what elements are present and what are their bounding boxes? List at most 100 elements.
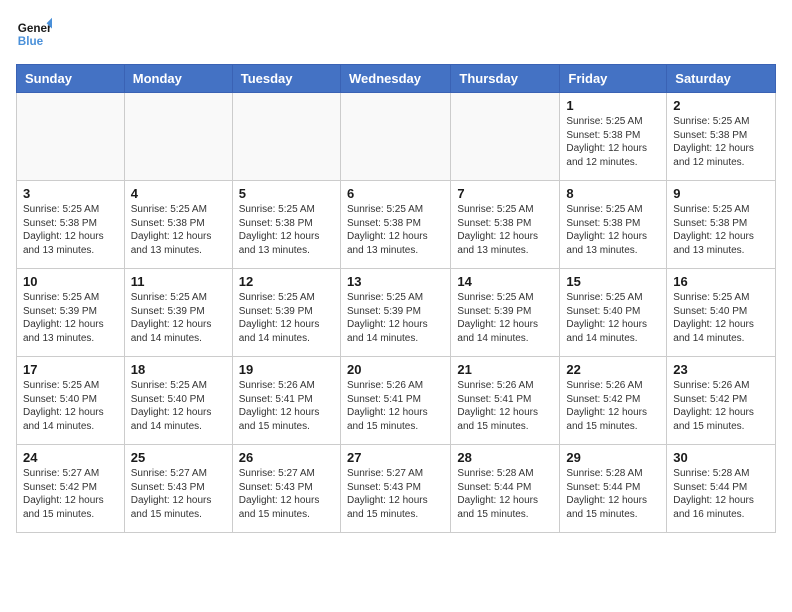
day-cell (124, 93, 232, 181)
day-cell: 24 Sunrise: 5:27 AM Sunset: 5:42 PM Dayli… (17, 445, 125, 533)
day-info: Sunrise: 5:25 AM Sunset: 5:38 PM Dayligh… (566, 115, 660, 169)
day-cell (17, 93, 125, 181)
day-info: Sunrise: 5:27 AM Sunset: 5:43 PM Dayligh… (239, 467, 334, 521)
day-cell (340, 93, 450, 181)
day-cell (232, 93, 340, 181)
weekday-header-monday: Monday (124, 65, 232, 93)
calendar-table: SundayMondayTuesdayWednesdayThursdayFrid… (16, 64, 776, 533)
weekday-header-row: SundayMondayTuesdayWednesdayThursdayFrid… (17, 65, 776, 93)
day-cell: 13Sunrise: 5:25 AM Sunset: 5:39 PM Dayli… (340, 269, 450, 357)
day-number: 14 (457, 274, 553, 289)
day-number: 16 (673, 274, 769, 289)
day-cell: 6 Sunrise: 5:25 AM Sunset: 5:38 PM Daylig… (340, 181, 450, 269)
day-info: Sunrise: 5:27 AM Sunset: 5:43 PM Dayligh… (347, 467, 444, 521)
day-number: 24 (23, 450, 118, 465)
day-number: 11 (131, 274, 226, 289)
logo: General Blue (16, 16, 52, 52)
day-cell: 25 Sunrise: 5:27 AM Sunset: 5:43 PM Dayli… (124, 445, 232, 533)
day-number: 8 (566, 186, 660, 201)
day-number: 5 (239, 186, 334, 201)
day-info: Sunrise: 5:25 AM Sunset: 5:38 PM Dayligh… (673, 115, 769, 169)
day-info: Sunrise: 5:25 AM Sunset: 5:38 PM Dayligh… (457, 203, 553, 257)
day-info: Sunrise: 5:26 AM Sunset: 5:42 PM Dayligh… (566, 379, 660, 433)
day-info: Sunrise: 5:25 AM Sunset: 5:38 PM Dayligh… (131, 203, 226, 257)
day-info: Sunrise: 5:25 AM Sunset: 5:40 PM Dayligh… (566, 291, 660, 345)
day-number: 15 (566, 274, 660, 289)
weekday-header-tuesday: Tuesday (232, 65, 340, 93)
day-cell: 10 Sunrise: 5:25 AM Sunset: 5:39 PM Dayli… (17, 269, 125, 357)
day-cell: 5Sunrise: 5:25 AM Sunset: 5:38 PM Daylig… (232, 181, 340, 269)
weekday-header-thursday: Thursday (451, 65, 560, 93)
day-cell: 27 Sunrise: 5:27 AM Sunset: 5:43 PM Dayli… (340, 445, 450, 533)
day-cell: 12Sunrise: 5:25 AM Sunset: 5:39 PM Dayli… (232, 269, 340, 357)
day-number: 29 (566, 450, 660, 465)
day-info: Sunrise: 5:28 AM Sunset: 5:44 PM Dayligh… (566, 467, 660, 521)
page-header: General Blue (16, 16, 776, 52)
day-cell: 2 Sunrise: 5:25 AM Sunset: 5:38 PM Daylig… (667, 93, 776, 181)
day-info: Sunrise: 5:25 AM Sunset: 5:39 PM Dayligh… (239, 291, 334, 345)
day-cell: 15 Sunrise: 5:25 AM Sunset: 5:40 PM Dayli… (560, 269, 667, 357)
day-cell: 16 Sunrise: 5:25 AM Sunset: 5:40 PM Dayli… (667, 269, 776, 357)
weekday-header-friday: Friday (560, 65, 667, 93)
day-info: Sunrise: 5:25 AM Sunset: 5:38 PM Dayligh… (23, 203, 118, 257)
day-info: Sunrise: 5:26 AM Sunset: 5:41 PM Dayligh… (457, 379, 553, 433)
day-number: 18 (131, 362, 226, 377)
day-number: 1 (566, 98, 660, 113)
day-number: 2 (673, 98, 769, 113)
day-info: Sunrise: 5:25 AM Sunset: 5:39 PM Dayligh… (347, 291, 444, 345)
day-number: 19 (239, 362, 334, 377)
day-number: 10 (23, 274, 118, 289)
day-number: 9 (673, 186, 769, 201)
day-number: 3 (23, 186, 118, 201)
svg-text:Blue: Blue (18, 35, 44, 48)
day-number: 4 (131, 186, 226, 201)
day-cell: 7 Sunrise: 5:25 AM Sunset: 5:38 PM Daylig… (451, 181, 560, 269)
day-number: 20 (347, 362, 444, 377)
day-cell: 26Sunrise: 5:27 AM Sunset: 5:43 PM Dayli… (232, 445, 340, 533)
day-number: 23 (673, 362, 769, 377)
day-number: 21 (457, 362, 553, 377)
day-info: Sunrise: 5:25 AM Sunset: 5:38 PM Dayligh… (566, 203, 660, 257)
day-info: Sunrise: 5:25 AM Sunset: 5:40 PM Dayligh… (23, 379, 118, 433)
weekday-header-saturday: Saturday (667, 65, 776, 93)
week-row-3: 10 Sunrise: 5:25 AM Sunset: 5:39 PM Dayli… (17, 269, 776, 357)
day-cell: 14Sunrise: 5:25 AM Sunset: 5:39 PM Dayli… (451, 269, 560, 357)
svg-text:General: General (18, 22, 52, 35)
day-info: Sunrise: 5:25 AM Sunset: 5:39 PM Dayligh… (131, 291, 226, 345)
day-info: Sunrise: 5:27 AM Sunset: 5:42 PM Dayligh… (23, 467, 118, 521)
day-cell: 1 Sunrise: 5:25 AM Sunset: 5:38 PM Daylig… (560, 93, 667, 181)
day-info: Sunrise: 5:26 AM Sunset: 5:41 PM Dayligh… (347, 379, 444, 433)
day-cell: 4 Sunrise: 5:25 AM Sunset: 5:38 PM Daylig… (124, 181, 232, 269)
day-info: Sunrise: 5:25 AM Sunset: 5:38 PM Dayligh… (673, 203, 769, 257)
day-info: Sunrise: 5:25 AM Sunset: 5:39 PM Dayligh… (23, 291, 118, 345)
day-cell: 21 Sunrise: 5:26 AM Sunset: 5:41 PM Dayli… (451, 357, 560, 445)
day-number: 25 (131, 450, 226, 465)
day-cell (451, 93, 560, 181)
week-row-4: 17Sunrise: 5:25 AM Sunset: 5:40 PM Dayli… (17, 357, 776, 445)
day-cell: 28Sunrise: 5:28 AM Sunset: 5:44 PM Dayli… (451, 445, 560, 533)
day-info: Sunrise: 5:28 AM Sunset: 5:44 PM Dayligh… (457, 467, 553, 521)
weekday-header-wednesday: Wednesday (340, 65, 450, 93)
day-number: 6 (347, 186, 444, 201)
day-cell: 11 Sunrise: 5:25 AM Sunset: 5:39 PM Dayli… (124, 269, 232, 357)
day-info: Sunrise: 5:25 AM Sunset: 5:38 PM Dayligh… (347, 203, 444, 257)
day-cell: 29 Sunrise: 5:28 AM Sunset: 5:44 PM Dayli… (560, 445, 667, 533)
day-cell: 30Sunrise: 5:28 AM Sunset: 5:44 PM Dayli… (667, 445, 776, 533)
day-cell: 8 Sunrise: 5:25 AM Sunset: 5:38 PM Daylig… (560, 181, 667, 269)
day-number: 7 (457, 186, 553, 201)
day-cell: 9 Sunrise: 5:25 AM Sunset: 5:38 PM Daylig… (667, 181, 776, 269)
day-cell: 23 Sunrise: 5:26 AM Sunset: 5:42 PM Dayli… (667, 357, 776, 445)
day-cell: 18Sunrise: 5:25 AM Sunset: 5:40 PM Dayli… (124, 357, 232, 445)
day-number: 27 (347, 450, 444, 465)
day-info: Sunrise: 5:27 AM Sunset: 5:43 PM Dayligh… (131, 467, 226, 521)
day-info: Sunrise: 5:26 AM Sunset: 5:41 PM Dayligh… (239, 379, 334, 433)
day-cell: 19 Sunrise: 5:26 AM Sunset: 5:41 PM Dayli… (232, 357, 340, 445)
day-cell: 17Sunrise: 5:25 AM Sunset: 5:40 PM Dayli… (17, 357, 125, 445)
day-info: Sunrise: 5:26 AM Sunset: 5:42 PM Dayligh… (673, 379, 769, 433)
day-number: 30 (673, 450, 769, 465)
day-cell: 3 Sunrise: 5:25 AM Sunset: 5:38 PM Daylig… (17, 181, 125, 269)
day-info: Sunrise: 5:25 AM Sunset: 5:40 PM Dayligh… (673, 291, 769, 345)
week-row-5: 24 Sunrise: 5:27 AM Sunset: 5:42 PM Dayli… (17, 445, 776, 533)
day-cell: 20 Sunrise: 5:26 AM Sunset: 5:41 PM Dayli… (340, 357, 450, 445)
logo-icon: General Blue (16, 16, 52, 52)
